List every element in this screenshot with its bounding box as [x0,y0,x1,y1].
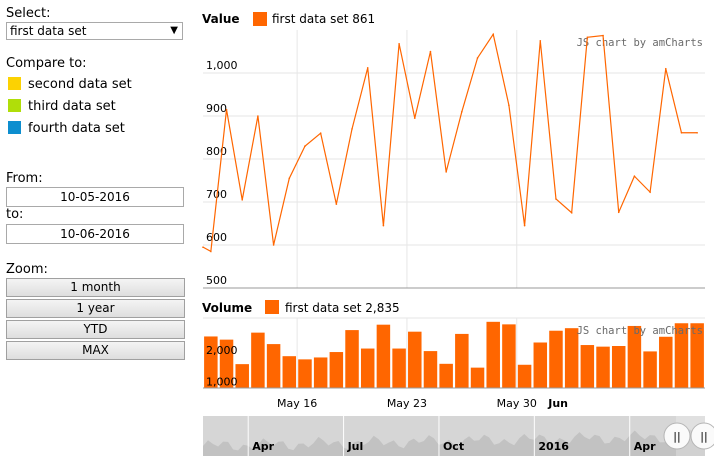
volume-panel: Volume first data set 2,835 1,000 2,000 JS c… [202,300,705,410]
value-point [570,211,573,214]
value-point [257,115,259,117]
value-point [696,131,698,134]
value-legend-name: first data set 861 [272,12,375,26]
volume-panel-title: Volume [202,301,252,315]
value-point [429,50,432,53]
value-y-tick-label: 500 [206,274,227,287]
volume-y-tick-label: 2,000 [206,344,238,357]
value-point [202,246,204,248]
volume-bar [439,363,453,388]
volume-bar [282,356,297,388]
scrollbar-right-grip[interactable]: || [690,422,714,450]
value-point [225,108,228,111]
volume-bar [549,330,563,388]
volume-bar [392,348,406,388]
volume-bar [596,346,610,388]
value-point [508,104,510,107]
volume-bar [376,324,391,388]
scrollbar-label: Apr [252,440,274,453]
grip-icon: || [700,430,707,443]
volume-bar [408,331,422,388]
scrollbar-label: 2016 [538,440,569,453]
volume-bar [470,367,485,388]
volume-bar [360,348,375,388]
chart-scrollbar: Apr Jul Oct 2016 Apr || || [203,416,714,456]
x-tick-label: Jun [547,397,568,410]
value-y-tick-label: 900 [206,102,227,115]
volume-bar [329,352,344,388]
value-point [461,110,463,113]
value-point [664,67,667,70]
volume-legend-name: first data set 2,835 [285,301,400,315]
volume-bar [643,351,657,388]
value-point [539,39,542,42]
volume-y-tick-label: 1,000 [206,376,238,389]
volume-bar [423,351,438,388]
value-y-tick-label: 600 [206,231,227,244]
volume-bar [455,333,469,388]
value-point [335,203,338,205]
value-point [288,177,291,180]
x-tick-label: May 30 [497,397,537,410]
value-point [602,34,604,37]
volume-legend-marker [265,300,279,314]
volume-bar [659,336,673,388]
scrollbar-left-grip[interactable]: || [663,422,691,450]
value-point [633,175,636,177]
value-point [680,131,683,134]
value-point [413,117,416,119]
volume-bar [345,330,359,388]
volume-bar [580,345,595,388]
value-point [366,67,369,69]
value-point [649,191,651,193]
value-point [319,132,322,134]
value-y-tick-label: 1,000 [206,59,238,72]
stock-chart: 5006007008009001,000Value first data set … [202,12,714,456]
value-point [555,198,557,200]
volume-bar [486,321,500,388]
value-point [586,36,589,39]
value-point [382,224,385,227]
value-point [523,224,526,227]
value-point [351,128,353,130]
value-credit-text: JS chart by amCharts [577,37,703,49]
value-panel: 5006007008009001,000Value first data set … [202,12,705,289]
value-point [445,171,447,173]
grip-icon: || [673,430,680,443]
value-point [492,33,495,36]
volume-bar [313,357,328,388]
volume-bar [251,332,265,388]
value-point [304,145,306,147]
volume-credit-text: JS chart by amCharts [577,325,703,337]
value-point [398,42,400,45]
value-point [272,244,275,246]
scrollbar-label: Oct [443,440,464,453]
volume-bar [266,344,281,388]
scrollbar-label: Jul [347,440,364,453]
volume-bar [502,324,516,388]
scrollbar-label: Apr [634,440,656,453]
value-point [617,211,620,214]
value-point [210,250,212,253]
value-point [476,57,479,59]
value-panel-title: Value [202,12,240,26]
volume-bar [517,364,532,388]
value-legend-marker [253,12,267,26]
value-series-line [202,32,698,253]
value-y-tick-label: 800 [206,145,227,158]
volume-bar [298,359,312,388]
x-tick-label: May 16 [277,397,317,410]
volume-bar [533,342,548,388]
volume-bar [611,346,626,388]
x-tick-label: May 23 [387,397,427,410]
volume-bar [564,328,579,388]
value-point [241,199,244,201]
